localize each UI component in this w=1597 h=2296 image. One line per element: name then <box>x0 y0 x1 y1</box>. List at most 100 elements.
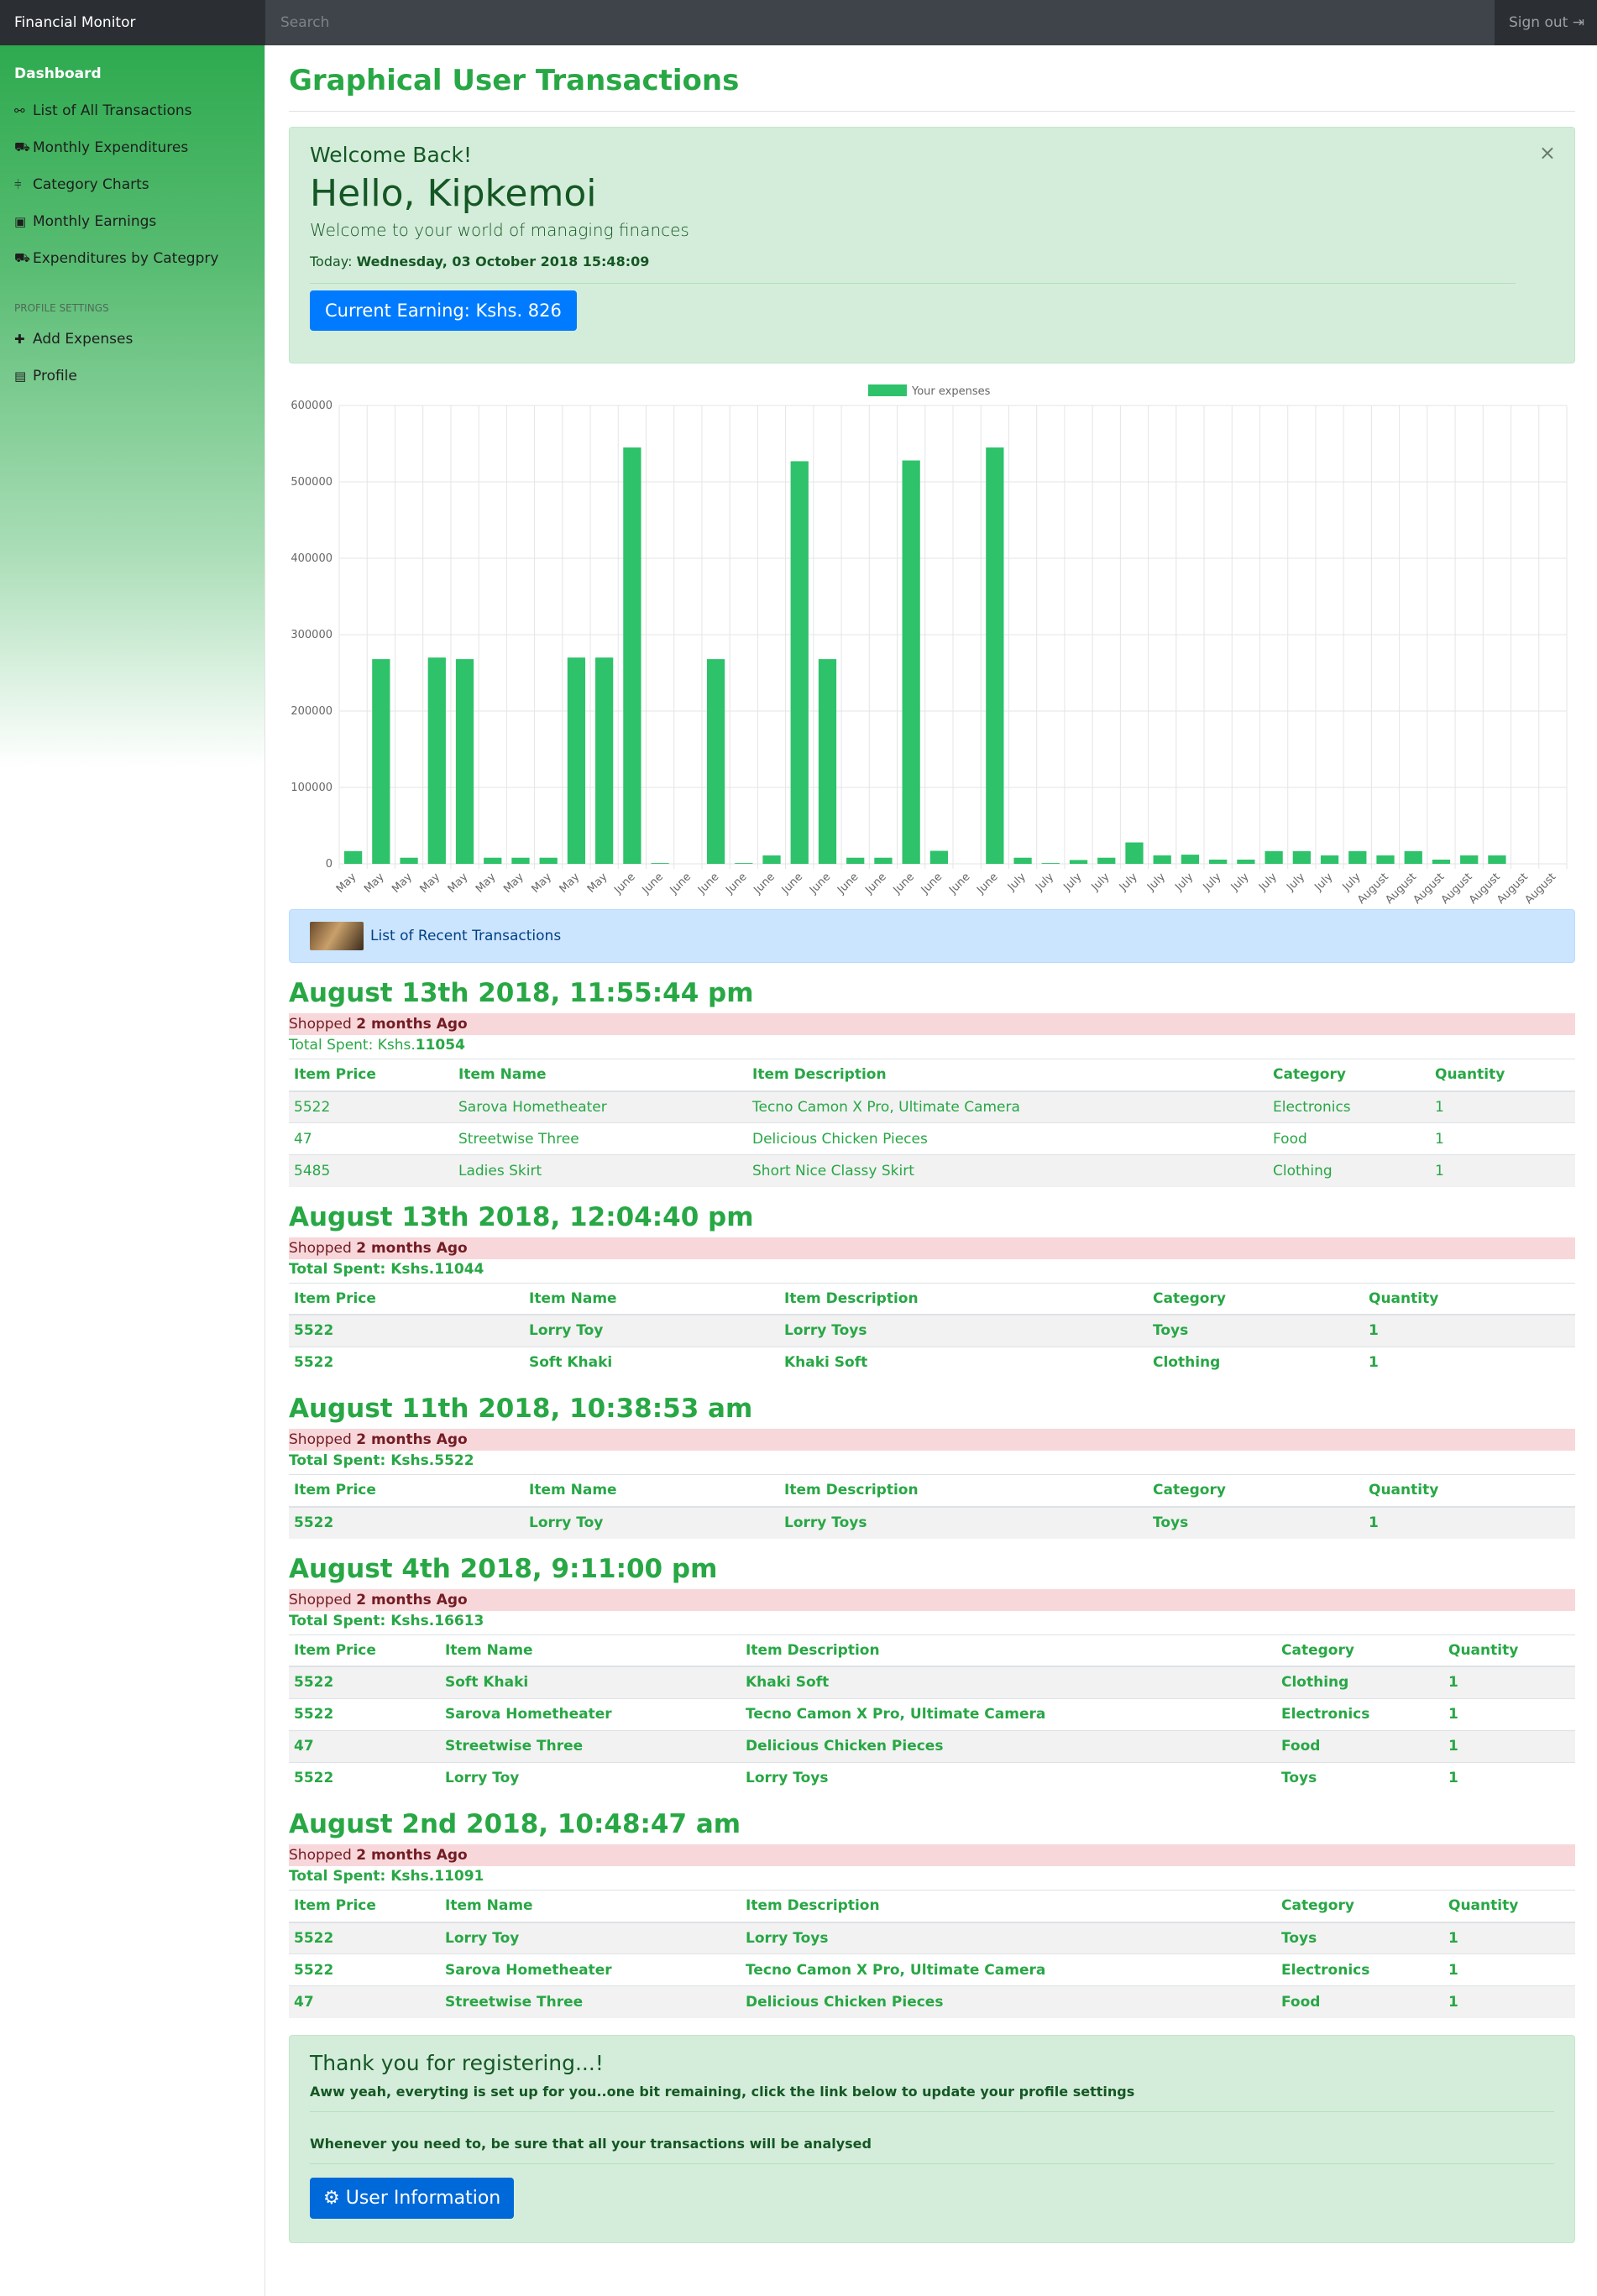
sidebar-item-label: Profile <box>33 368 77 384</box>
chart-bar <box>1153 855 1171 864</box>
table-row[interactable]: 47 Streetwise Three Delicious Chicken Piec… <box>289 1122 1575 1155</box>
sidebar-item-monthly-expenditures[interactable]: ⛟ Monthly Expenditures <box>0 129 264 166</box>
user-information-button[interactable]: ⚙ User Information <box>310 2177 515 2219</box>
table-cell: Lorry Toy <box>524 1314 779 1347</box>
table-cell: Clothing <box>1268 1154 1430 1187</box>
table-row[interactable]: 5485 Ladies Skirt Short Nice Classy Skirt C… <box>289 1154 1575 1187</box>
shopped-badge: Shopped 2 months Ago <box>289 1429 1575 1451</box>
table-cell: Lorry Toys <box>741 1922 1276 1954</box>
brand-name[interactable]: Financial Monitor <box>0 0 265 45</box>
transactions-thumbnail <box>310 922 364 950</box>
table-cell: Clothing <box>1276 1666 1443 1698</box>
sidebar-item-expenditures-by-category[interactable]: ⛟ Expenditures by Categpry <box>0 240 264 277</box>
table-row[interactable]: 47 Streetwise Three Delicious Chicken Piec… <box>289 1985 1575 2018</box>
current-earning-button[interactable]: Current Earning: Kshs. 826 <box>310 290 577 331</box>
x-tick-label: July <box>1060 871 1084 894</box>
column-header: Quantity <box>1443 1890 1575 1923</box>
table-cell: Khaki Soft <box>741 1666 1276 1698</box>
table-row[interactable]: 5522 Lorry Toy Lorry Toys Toys 1 <box>289 1761 1575 1794</box>
top-navbar: Financial Monitor Search Sign out ⇥ <box>0 0 1597 45</box>
sidebar-item-label: Monthly Expenditures <box>33 139 189 156</box>
chart-bar <box>1097 857 1116 864</box>
column-header: Item Price <box>289 1282 524 1315</box>
table-row[interactable]: 5522 Sarova Hometheater Tecno Camon X Pro,… <box>289 1697 1575 1730</box>
sign-out-link[interactable]: Sign out ⇥ <box>1495 0 1597 45</box>
x-tick-label: June <box>974 871 1000 897</box>
table-cell: 47 <box>289 1985 440 2018</box>
table-row[interactable]: 5522 Sarova Hometheater Tecno Camon X Pro,… <box>289 1090 1575 1123</box>
table-header-row: Item Price Item Name Item Description Categ… <box>289 1282 1575 1315</box>
transaction-date: August 2nd 2018, 10:48:47 am <box>289 1809 741 1839</box>
sidebar-item-label: Monthly Earnings <box>33 213 157 230</box>
table-cell: Lorry Toys <box>779 1506 1148 1539</box>
sidebar-item-label: Add Expenses <box>33 331 134 348</box>
transaction-date: August 13th 2018, 11:55:44 pm <box>289 978 754 1008</box>
table-header-row: Item Price Item Name Item Description Categ… <box>289 1474 1575 1508</box>
recent-transactions-banner: List of Recent Transactions <box>289 909 1575 963</box>
sidebar: Dashboard ⚯ List of All Transactions ⛟ Mon… <box>0 45 265 2296</box>
sidebar-item-all-transactions[interactable]: ⚯ List of All Transactions <box>0 92 264 129</box>
main-content: Graphical User Transactions × Welcome Ba… <box>289 45 1575 2243</box>
divider <box>310 2110 1554 2112</box>
chart-bar <box>735 863 753 864</box>
expenses-chart: Your expenses 0 100000 200000 300000 400000 50… <box>289 372 1575 909</box>
sidebar-item-add-expenses[interactable]: ✚ Add Expenses <box>0 321 264 358</box>
table-row[interactable]: 5522 Lorry Toy Lorry Toys Toys 1 <box>289 1922 1575 1954</box>
shopped-badge: Shopped 2 months Ago <box>289 1844 1575 1866</box>
shopped-prefix: Shopped <box>289 1431 357 1448</box>
chart-bar <box>372 659 390 864</box>
table-cell: Lorry Toy <box>440 1922 741 1954</box>
table-row[interactable]: 5522 Sarova Hometheater Tecno Camon X Pro,… <box>289 1953 1575 1986</box>
shopped-time: 2 months Ago <box>356 1239 468 1257</box>
table-row[interactable]: 5522 Soft Khaki Khaki Soft Clothing 1 <box>289 1346 1575 1378</box>
column-header: Item Description <box>779 1282 1148 1315</box>
y-tick-label: 300000 <box>291 629 332 641</box>
column-header: Category <box>1148 1474 1364 1508</box>
column-header: Item Price <box>289 1474 524 1508</box>
sidebar-item-monthly-earnings[interactable]: ▣ Monthly Earnings <box>0 203 264 240</box>
sidebar-item-category-charts[interactable]: ⫩ Category Charts <box>0 166 264 203</box>
table-row[interactable]: 5522 Lorry Toy Lorry Toys Toys 1 <box>289 1314 1575 1347</box>
table-cell: Toys <box>1148 1314 1364 1347</box>
total-label: Total Spent: Kshs. <box>289 1452 435 1469</box>
thanks-line-2: Whenever you need to, be sure that all y… <box>310 2135 872 2152</box>
transaction-block: August 2nd 2018, 10:48:47 am Shopped 2 mo… <box>289 1809 1575 2018</box>
table-cell: Tecno Camon X Pro, Ultimate Camera <box>747 1090 1268 1123</box>
shopped-time: 2 months Ago <box>356 1591 468 1608</box>
table-cell: 1 <box>1364 1506 1575 1539</box>
table-row[interactable]: 5522 Lorry Toy Lorry Toys Toys 1 <box>289 1506 1575 1539</box>
transaction-table: Item Price Item Name Item Description Categ… <box>289 1634 1575 1794</box>
sidebar-item-dashboard[interactable]: Dashboard <box>0 55 264 92</box>
sidebar-item-profile[interactable]: ▤ Profile <box>0 358 264 395</box>
x-tick-label: May <box>390 871 415 896</box>
table-cell: 1 <box>1443 1953 1575 1986</box>
x-tick-label: July <box>1312 871 1336 894</box>
x-tick-label: June <box>835 871 861 897</box>
search-input[interactable]: Search <box>265 0 1495 45</box>
chart-bar <box>455 659 474 864</box>
legend-swatch <box>868 384 907 396</box>
table-cell: Toys <box>1148 1506 1364 1539</box>
x-tick-label: July <box>1201 871 1224 894</box>
x-tick-label: May <box>501 871 526 896</box>
column-header: Item Description <box>741 1634 1276 1667</box>
total-value: 11091 <box>434 1868 484 1885</box>
table-row[interactable]: 5522 Soft Khaki Khaki Soft Clothing 1 <box>289 1666 1575 1698</box>
x-tick-label: July <box>1340 871 1364 894</box>
total-spent: Total Spent: Kshs.11091 <box>289 1868 1575 1885</box>
sign-out-label: Sign out <box>1509 14 1568 31</box>
column-header: Item Description <box>741 1890 1276 1923</box>
chart-bar <box>400 857 418 864</box>
line-chart-icon: ⫩ <box>14 177 22 192</box>
table-cell: 47 <box>289 1122 453 1155</box>
close-icon[interactable]: × <box>1539 141 1556 165</box>
table-cell: Streetwise Three <box>440 1985 741 2018</box>
x-tick-label: May <box>446 871 471 896</box>
x-tick-label: July <box>1172 871 1196 894</box>
table-row[interactable]: 47 Streetwise Three Delicious Chicken Piec… <box>289 1729 1575 1762</box>
shopped-badge: Shopped 2 months Ago <box>289 1237 1575 1259</box>
today-label: Today: <box>310 254 357 269</box>
x-tick-label: June <box>807 871 833 897</box>
total-value: 16613 <box>434 1612 484 1629</box>
table-cell: Soft Khaki <box>440 1666 741 1698</box>
